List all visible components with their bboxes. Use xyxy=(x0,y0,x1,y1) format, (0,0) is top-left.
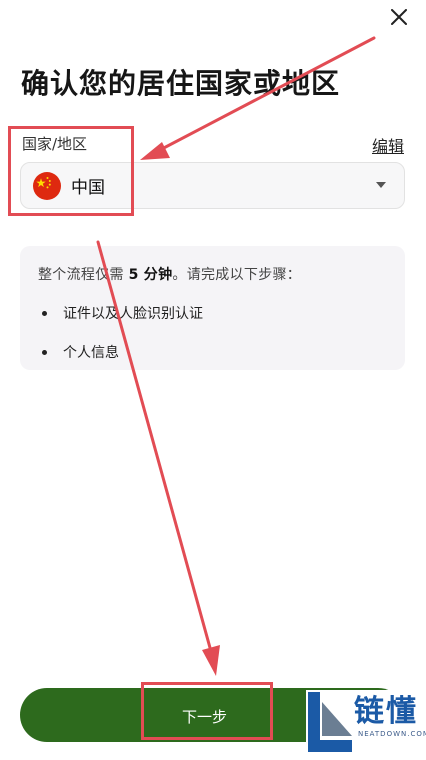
list-item: 个人信息 xyxy=(38,342,387,362)
annotation-arrows xyxy=(96,36,376,676)
bullet-dot xyxy=(42,310,47,316)
neatdown-logo-icon xyxy=(308,692,352,752)
close-button[interactable] xyxy=(386,4,412,30)
watermark-brand: 链懂 xyxy=(354,694,418,729)
page-title: 确认您的居住国家或地区 xyxy=(21,67,341,100)
arrow-head-next xyxy=(202,645,220,676)
country-select[interactable]: 中国 xyxy=(20,162,405,209)
next-button-label: 下一步 xyxy=(182,708,228,726)
info-intro: 整个流程仅需 5 分钟。请完成以下步骤： xyxy=(38,267,302,283)
arrow-head-country xyxy=(140,142,170,160)
chevron-down-icon xyxy=(376,182,386,188)
china-flag-icon xyxy=(33,171,61,200)
list-item: 证件以及人脸识别认证 xyxy=(38,303,387,323)
selected-country: 中国 xyxy=(71,178,105,198)
bullet-dot xyxy=(42,349,47,355)
country-field-label: 国家/地区 xyxy=(22,135,88,153)
watermark: 链懂 NEATDOWN.COM xyxy=(306,690,426,756)
duration-text: 5 分钟 xyxy=(128,267,173,283)
edit-link[interactable]: 编辑 xyxy=(372,133,404,157)
watermark-url: NEATDOWN.COM xyxy=(358,730,426,738)
info-card: 整个流程仅需 5 分钟。请完成以下步骤： 证件以及人脸识别认证 个人信息 xyxy=(20,246,405,370)
close-icon xyxy=(391,9,407,25)
